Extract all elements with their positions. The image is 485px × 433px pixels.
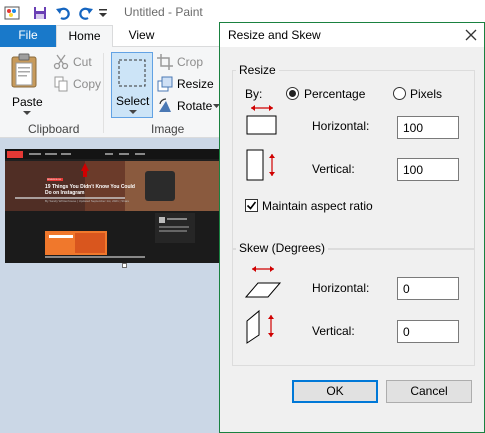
cut-label: Cut	[73, 55, 92, 69]
vertical-resize-icon	[246, 149, 275, 181]
cut-icon	[53, 54, 69, 70]
crop-button[interactable]: Crop	[157, 52, 207, 72]
cancel-button[interactable]: Cancel	[386, 380, 472, 403]
dialog-title-bar: Resize and Skew	[220, 23, 484, 47]
save-icon[interactable]	[32, 5, 48, 21]
percentage-label[interactable]: Percentage	[304, 87, 365, 101]
pixels-radio[interactable]	[393, 87, 406, 100]
resize-vertical-label: Vertical:	[312, 162, 355, 176]
skew-horizontal-label: Horizontal:	[312, 281, 370, 295]
copy-icon	[54, 76, 68, 92]
skew-vertical-input[interactable]	[397, 320, 459, 343]
vertical-skew-icon	[246, 309, 274, 344]
tab-home[interactable]: Home	[56, 25, 113, 48]
thumbnail-headline: 19 Things You Didn't Know You Could Do o…	[45, 184, 175, 196]
tab-view[interactable]: View	[113, 25, 170, 47]
cut-button[interactable]: Cut	[53, 52, 98, 72]
paste-button[interactable]: Paste	[8, 53, 46, 117]
select-icon	[118, 59, 146, 87]
thumbnail-byline: By Sandy Writtenhouse | Updated Septembe…	[45, 200, 130, 203]
resize-vertical-input[interactable]	[397, 158, 459, 181]
image-group-label: Image	[151, 122, 185, 136]
by-label: By:	[245, 87, 263, 101]
skew-vertical-label: Vertical:	[312, 324, 355, 338]
undo-icon[interactable]	[55, 5, 71, 21]
resize-horizontal-input[interactable]	[397, 116, 459, 139]
skew-legend: Skew (Degrees)	[236, 241, 329, 255]
checkmark-icon	[246, 201, 257, 210]
copy-button[interactable]: Copy	[53, 74, 103, 94]
rotate-label: Rotate	[177, 99, 213, 113]
skew-horizontal-input[interactable]	[397, 277, 459, 300]
paste-label: Paste	[12, 95, 43, 109]
close-icon[interactable]	[463, 27, 479, 43]
crop-label: Crop	[177, 55, 204, 69]
rotate-icon	[159, 98, 171, 112]
resize-legend: Resize	[236, 63, 279, 77]
horizontal-resize-icon	[246, 105, 277, 135]
select-label: Select	[116, 94, 150, 108]
ok-button[interactable]: OK	[292, 380, 378, 403]
horizontal-skew-icon	[244, 266, 282, 298]
pixels-label[interactable]: Pixels	[410, 87, 442, 101]
dialog-title: Resize and Skew	[228, 28, 321, 42]
resize-horizontal-label: Horizontal:	[312, 119, 370, 133]
rotate-button[interactable]: Rotate	[157, 96, 220, 116]
percentage-radio[interactable]	[286, 87, 299, 100]
select-button[interactable]: Select	[111, 52, 153, 118]
redo-icon[interactable]	[78, 5, 94, 21]
maintain-aspect-checkbox[interactable]	[245, 199, 258, 212]
chevron-down-icon	[129, 110, 137, 114]
maintain-aspect-label[interactable]: Maintain aspect ratio	[262, 199, 373, 213]
customize-qat-icon[interactable]	[98, 7, 108, 19]
thumbnail-headline-line2: Do on Instagram	[45, 190, 85, 196]
resize-icon	[157, 76, 173, 92]
thumbnail-badge: REVIEW BLOG	[47, 179, 62, 181]
crop-icon	[157, 54, 173, 70]
canvas-image[interactable]: REVIEW BLOG 19 Things You Didn't Know Yo…	[5, 149, 219, 263]
resize-label: Resize	[177, 77, 214, 91]
copy-label: Copy	[73, 77, 102, 91]
paste-icon	[11, 53, 37, 88]
tab-file[interactable]: File	[0, 25, 56, 47]
window-title: Untitled - Paint	[124, 5, 203, 19]
resize-button[interactable]: Resize	[157, 74, 214, 94]
paint-app-icon[interactable]	[4, 5, 20, 21]
resize-handle-bottom[interactable]	[122, 263, 127, 268]
clipboard-group-label: Clipboard	[28, 122, 80, 136]
webpage-screenshot	[5, 149, 219, 263]
resize-skew-dialog: Resize and Skew Resize By: Percentage Pi…	[219, 22, 485, 433]
group-divider	[103, 53, 104, 133]
chevron-down-icon	[23, 111, 31, 115]
